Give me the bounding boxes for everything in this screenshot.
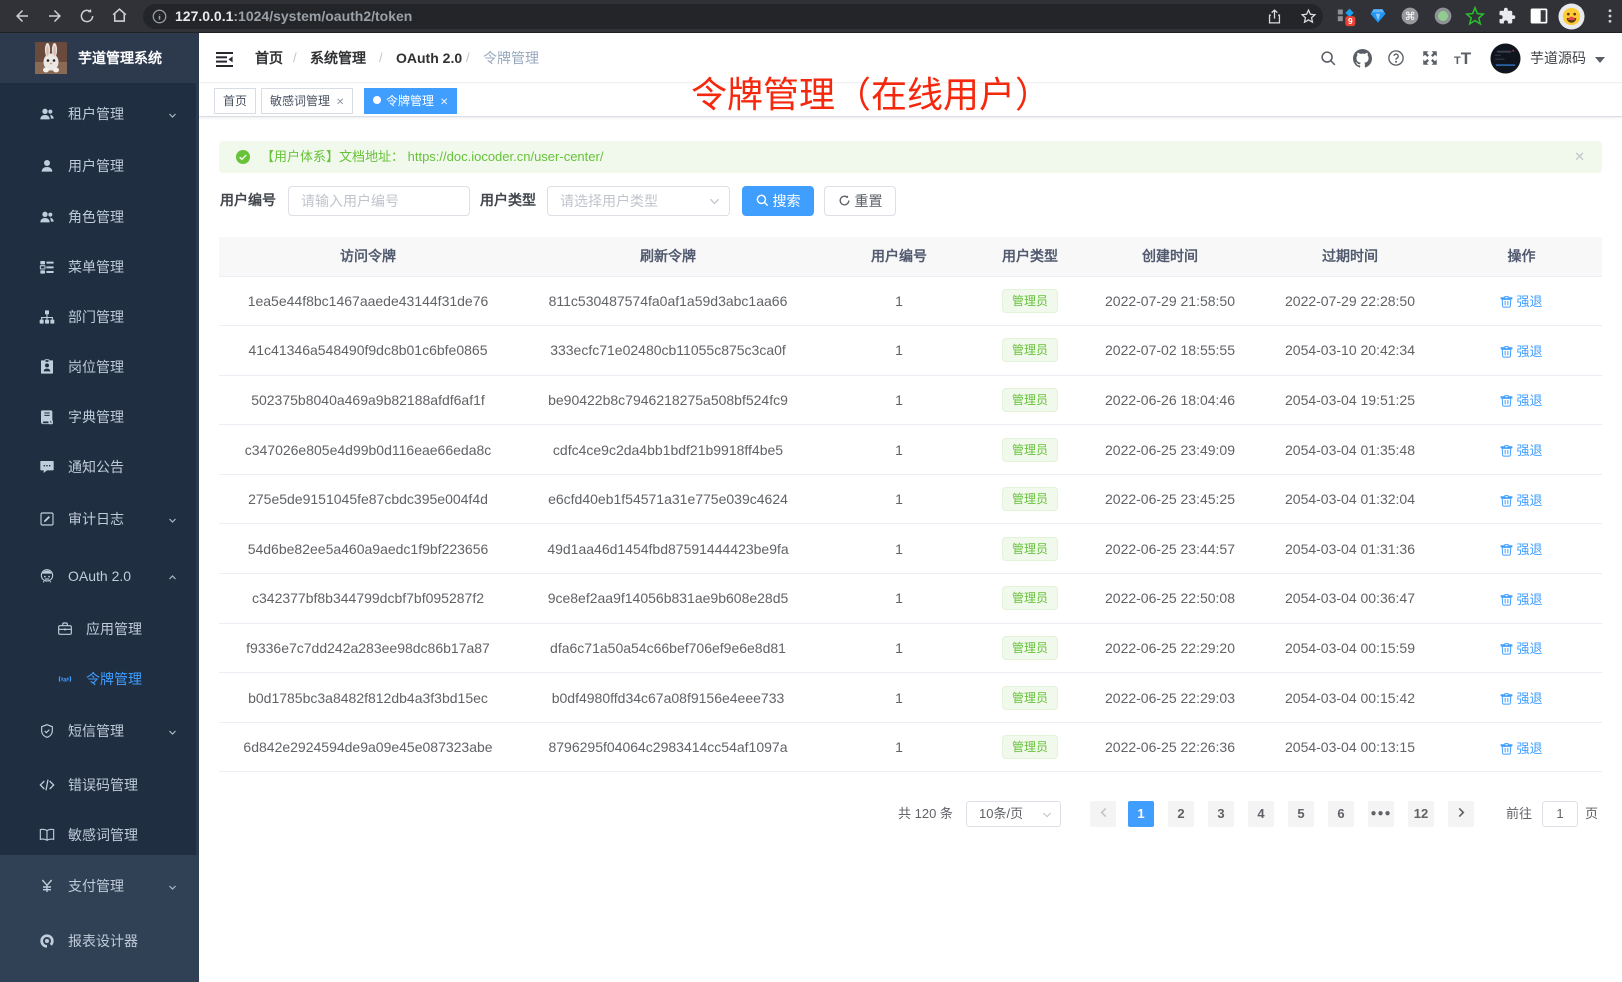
svg-text:a: a [63,676,67,683]
svg-text:⌘: ⌘ [1405,11,1416,23]
svg-text:9: 9 [1348,16,1353,26]
